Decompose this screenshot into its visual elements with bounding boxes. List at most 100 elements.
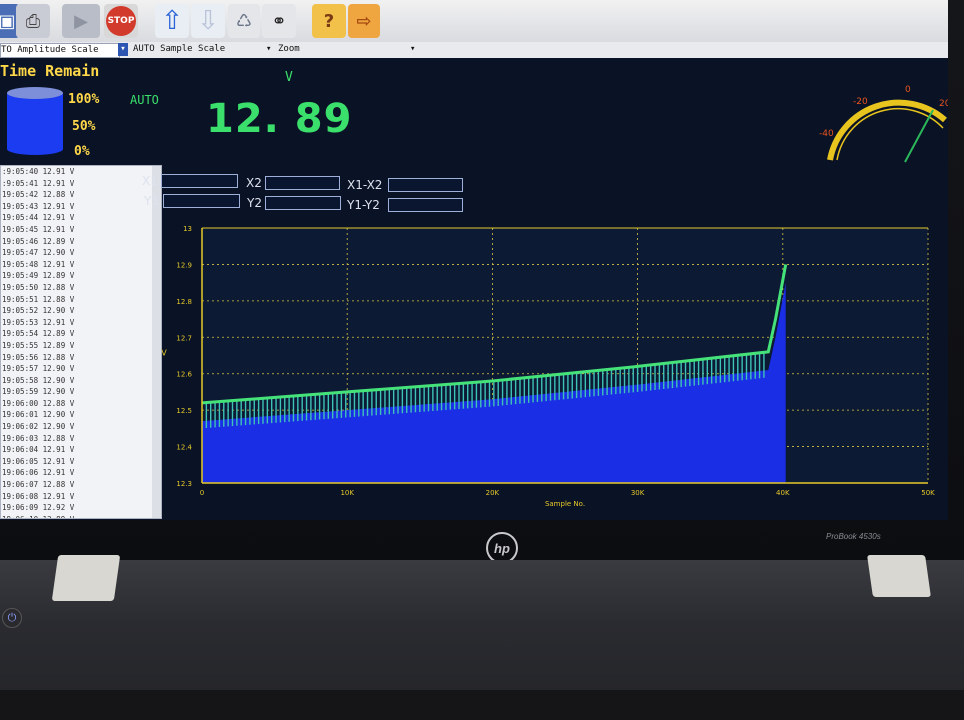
stop-icon[interactable]: STOP [104,4,138,38]
log-row[interactable]: 19:05:42 12.88 V [1,189,161,201]
amplitude-scale-label: TO Amplitude Scale [1,45,99,55]
y-tick-label: 13 [183,225,192,233]
gauge-tick-label: -40 [819,129,834,139]
binoculars-icon[interactable]: ⚭ [262,4,296,38]
trash-icon[interactable]: ♺ [228,4,260,38]
log-row[interactable]: 19:05:45 12.91 V [1,224,161,236]
exit-icon[interactable]: ⇨ [348,4,380,38]
x-tick-label: 30K [631,489,645,497]
log-row[interactable]: 19:05:58 12.90 V [1,375,161,387]
hinge-left [51,555,121,601]
x1-minus-x2-label: X1-X2 [347,178,383,192]
log-row[interactable]: 19:05:59 12.90 V [1,386,161,398]
log-row[interactable]: 19:06:07 12.88 V [1,479,161,491]
sample-scale-label: AUTO Sample Scale [133,44,226,54]
log-row[interactable]: 19:05:51 12.88 V [1,294,161,306]
sample-dropdown-arrow-icon[interactable]: ▾ [266,43,276,56]
voltage-chart[interactable]: 0 10K 20K 30K 40K 50K 12.3 12.4 12.5 12.6 12.7 12.8… [140,215,948,520]
x-axis-label: Sample No. [545,500,585,508]
x1-minus-x2-field[interactable] [388,178,463,192]
x2-field[interactable] [265,176,340,190]
log-row[interactable]: 19:06:05 12.91 V [1,456,161,468]
y2-field[interactable] [265,196,341,210]
y-tick-label: 12.3 [176,480,192,488]
x-tick-label: 50K [921,489,935,497]
gauge-tick-label: 20 [939,99,948,109]
unit-label: V [285,70,293,85]
x-tick-label: 20K [486,489,500,497]
zoom-select[interactable]: Zoom [278,43,408,56]
log-row[interactable]: 19:06:02 12.90 V [1,421,161,433]
x-tick-label: 10K [340,489,354,497]
log-rows: :9:05:40 12.91 V:9:05:41 12.91 V 19:05:42… [1,166,161,518]
help-icon[interactable]: ? [312,4,346,38]
x1-field[interactable] [161,174,238,188]
zoom-dropdown-arrow-icon[interactable]: ▾ [410,43,420,56]
download-icon[interactable]: ⇩ [191,4,225,38]
log-row[interactable]: :9:05:40 12.91 V [1,166,161,178]
scale-controls: TO Amplitude Scale ▾ AUTO Sample Scale ▾… [0,42,948,58]
y-axis-label: V [161,349,167,358]
log-row[interactable]: :9:05:41 12.91 V [1,178,161,190]
gauge-tick-label: 0 [905,85,911,95]
y-tick-label: 12.6 [176,371,192,379]
log-row[interactable]: 19:05:46 12.89 V [1,236,161,248]
reading-log-list[interactable]: :9:05:40 12.91 V:9:05:41 12.91 V 19:05:42… [0,165,162,519]
voltage-reading: 12. 89 [206,96,353,142]
y1-minus-y2-field[interactable] [388,198,463,212]
gauge-tick-label: -20 [853,97,868,107]
toolbar: ▣ ⎙ ▶ STOP ⇧ ⇩ ♺ ⚭ ? ⇨ [0,0,948,42]
log-row[interactable]: 19:06:04 12.91 V [1,444,161,456]
analog-gauge: -40 -20 0 20 [819,85,948,163]
keyboard-deck: ⏻ [0,555,964,720]
upload-icon[interactable]: ⇧ [155,4,189,38]
battery-level-icon [7,87,63,155]
amplitude-scale-select[interactable]: TO Amplitude Scale [0,43,120,58]
log-row[interactable]: 19:05:56 12.88 V [1,352,161,364]
log-row[interactable]: 19:06:06 12.91 V [1,467,161,479]
log-row[interactable]: 19:05:54 12.89 V [1,328,161,340]
model-label: ProBook 4530s [826,532,881,541]
y-tick-label: 12.4 [176,444,192,452]
y-tick-label: 12.5 [176,407,192,415]
log-row[interactable]: 19:06:01 12.90 V [1,409,161,421]
log-row[interactable]: 19:05:57 12.90 V [1,363,161,375]
level-50-label: 50% [72,119,96,134]
log-row[interactable]: 19:05:49 12.89 V [1,270,161,282]
log-row[interactable]: 19:05:48 12.91 V [1,259,161,271]
print-icon[interactable]: ⎙ [16,4,50,38]
log-row[interactable]: 19:05:47 12.90 V [1,247,161,259]
hinge-right [867,555,931,597]
y2-label: Y2 [247,196,262,210]
log-row[interactable]: 19:05:53 12.91 V [1,317,161,329]
log-row[interactable]: 19:05:44 12.91 V [1,212,161,224]
amplitude-dropdown-arrow-icon[interactable]: ▾ [118,43,128,56]
log-row[interactable]: 19:06:09 12.92 V [1,502,161,514]
x1-label: X1 [142,174,158,188]
x2-label: X2 [246,176,262,190]
sample-scale-select[interactable]: AUTO Sample Scale [133,43,263,56]
log-row[interactable]: 19:05:55 12.89 V [1,340,161,352]
y-tick-label: 12.7 [176,334,192,342]
log-row[interactable]: 19:06:08 12.91 V [1,491,161,503]
log-row[interactable]: 19:06:00 12.88 V [1,398,161,410]
log-row[interactable]: 19:06:10 12.89 V [1,514,161,518]
stop-label: STOP [106,6,136,36]
function-key-row [0,690,964,720]
gauge-needle [904,109,934,163]
y-tick-label: 12.9 [176,261,192,269]
level-100-label: 100% [68,92,100,107]
power-button-icon[interactable]: ⏻ [2,608,22,628]
log-row[interactable]: 19:05:50 12.88 V [1,282,161,294]
x-tick-label: 0 [200,489,204,497]
zoom-label: Zoom [278,44,300,54]
time-remain-title: Time Remain [0,62,100,80]
y1-field[interactable] [163,194,240,208]
y1-minus-y2-label: Y1-Y2 [347,198,380,212]
x-tick-label: 40K [776,489,790,497]
log-row[interactable]: 19:06:03 12.88 V [1,433,161,445]
log-row[interactable]: 19:05:43 12.91 V [1,201,161,213]
play-icon[interactable]: ▶ [62,4,100,38]
level-0-label: 0% [74,144,90,159]
log-row[interactable]: 19:05:52 12.90 V [1,305,161,317]
